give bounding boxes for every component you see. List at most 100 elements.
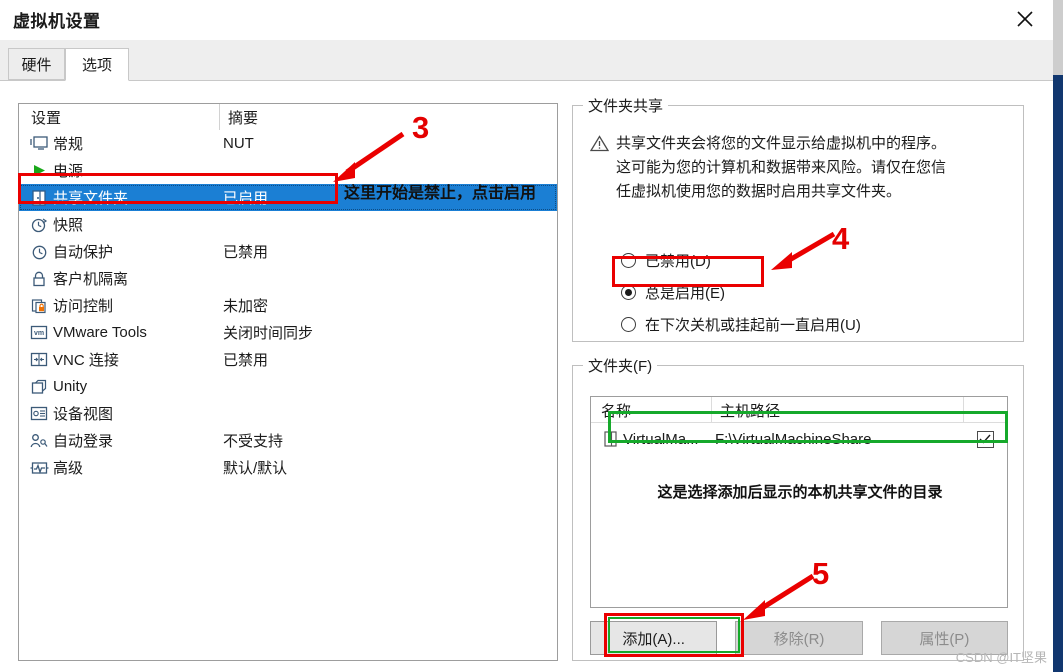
folder-sharing-radio-group: 已禁用(D) 总是启用(E) 在下次关机或挂起前一直启用(U) xyxy=(621,244,861,340)
column-header-summary: 摘要 xyxy=(219,104,557,130)
lock-icon xyxy=(25,271,53,287)
settings-row-summary: 关闭时间同步 xyxy=(223,325,314,342)
tab-options[interactable]: 选项 xyxy=(65,48,129,81)
settings-row-autoprotect[interactable]: 自动保护 已禁用 xyxy=(19,238,557,265)
settings-row-device-view[interactable]: 设备视图 xyxy=(19,400,557,427)
vm-settings-dialog: 虚拟机设置 硬件 选项 设置 摘要 常规 NUT 电源 共享文件夹 已启用 快照… xyxy=(0,0,1063,672)
page-title: 虚拟机设置 xyxy=(13,12,101,31)
power-play-icon xyxy=(25,163,53,178)
tab-strip: 硬件 选项 xyxy=(0,40,1053,81)
page-scrollbar[interactable] xyxy=(1053,0,1063,672)
folder-sharing-warning: 共享文件夹会将您的文件显示给虚拟机中的程序。这可能为您的计算机和数据带来风险。请… xyxy=(589,132,1000,204)
check-icon xyxy=(976,430,994,448)
advanced-icon xyxy=(25,461,53,475)
folder-sharing-warning-text: 共享文件夹会将您的文件显示给虚拟机中的程序。这可能为您的计算机和数据带来风险。请… xyxy=(616,135,947,200)
vnc-icon xyxy=(25,352,53,367)
settings-row-summary: 已禁用 xyxy=(223,244,269,261)
close-icon[interactable] xyxy=(1002,2,1048,36)
shared-folder-icon xyxy=(25,189,53,206)
settings-row-general[interactable]: 常规 NUT xyxy=(19,130,557,157)
radio-button xyxy=(621,284,636,300)
settings-row-summary: 默认/默认 xyxy=(223,460,288,477)
watermark: CSDN @IT坚果 xyxy=(955,650,1047,665)
vmware-tools-icon: vm xyxy=(25,325,53,340)
folders-buttons: 添加(A)... 移除(R) 属性(P) xyxy=(590,621,1008,655)
scrollbar-thumb[interactable] xyxy=(1053,75,1063,672)
settings-row-label: 设备视图 xyxy=(53,406,114,423)
settings-row-vmware-tools[interactable]: vm VMware Tools 关闭时间同步 xyxy=(19,319,557,346)
settings-row-unity[interactable]: Unity xyxy=(19,373,557,400)
settings-row-label: 共享文件夹 xyxy=(53,190,129,207)
radio-disabled[interactable]: 已禁用(D) xyxy=(621,244,861,276)
folders-table[interactable]: 名称 主机路径 VirtualMa... F:\VirtualMachineSh… xyxy=(590,396,1008,608)
remove-button: 移除(R) xyxy=(735,621,863,655)
settings-row-label: 常规 xyxy=(53,136,84,153)
auto-login-icon xyxy=(25,433,53,449)
folder-icon xyxy=(597,431,623,447)
radio-always-enabled-label: 总是启用(E) xyxy=(645,284,725,302)
annotation-number-step5: 5 xyxy=(812,556,830,591)
autoprotect-icon xyxy=(25,244,53,260)
snapshot-clock-icon xyxy=(25,217,53,233)
radio-always-enabled[interactable]: 总是启用(E) xyxy=(621,276,861,308)
add-button-label: 添加(A)... xyxy=(622,630,685,648)
folders-table-header: 名称 主机路径 xyxy=(591,397,1007,423)
folder-sharing-legend: 文件夹共享 xyxy=(588,98,664,115)
monitor-icon xyxy=(25,136,53,151)
radio-until-shutdown-label: 在下次关机或挂起前一直启用(U) xyxy=(645,316,861,334)
properties-button-label: 属性(P) xyxy=(919,630,970,648)
settings-row-label: 高级 xyxy=(53,460,84,477)
settings-row-summary: 不受支持 xyxy=(223,433,284,450)
settings-row-summary: NUT xyxy=(223,135,254,152)
settings-row-label: 客户机隔离 xyxy=(53,271,129,288)
warning-triangle-icon xyxy=(589,132,616,204)
settings-row-access-control[interactable]: 访问控制 未加密 xyxy=(19,292,557,319)
device-view-icon xyxy=(25,406,53,421)
settings-list-header: 设置 摘要 xyxy=(19,104,557,130)
settings-row-label: 自动保护 xyxy=(53,244,114,261)
table-row[interactable]: VirtualMa... F:\VirtualMachineShare xyxy=(591,423,1007,455)
radio-until-shutdown[interactable]: 在下次关机或挂起前一直启用(U) xyxy=(621,308,861,340)
title-bar: 虚拟机设置 xyxy=(0,0,1053,40)
settings-row-auto-login[interactable]: 自动登录 不受支持 xyxy=(19,427,557,454)
settings-row-label: VMware Tools xyxy=(53,324,147,341)
settings-row-advanced[interactable]: 高级 默认/默认 xyxy=(19,454,557,481)
settings-row-snapshot[interactable]: 快照 xyxy=(19,211,557,238)
settings-row-guest-isolation[interactable]: 客户机隔离 xyxy=(19,265,557,292)
access-control-icon xyxy=(25,298,53,314)
scrollbar-track-top[interactable] xyxy=(1053,0,1063,75)
add-button[interactable]: 添加(A)... xyxy=(590,621,718,655)
tab-hardware-label: 硬件 xyxy=(21,56,52,74)
folders-legend: 文件夹(F) xyxy=(588,358,653,375)
settings-row-summary: 已启用 xyxy=(223,190,269,207)
annotation-text-step3: 这里开始是禁止，点击启用 xyxy=(344,185,537,202)
settings-row-label: 电源 xyxy=(53,163,84,180)
settings-row-label: 快照 xyxy=(53,217,84,234)
column-header-setting: 设置 xyxy=(31,110,62,127)
tab-content-options: 设置 摘要 常规 NUT 电源 共享文件夹 已启用 快照 自动保护 已禁用 客户… xyxy=(0,80,1053,672)
options-right-column: 文件夹共享 共享文件夹会将您的文件显示给虚拟机中的程序。这可能为您的计算机和数据… xyxy=(572,95,1024,661)
folders-group: 文件夹(F) 名称 主机路径 VirtualMa... F:\VirtualMa… xyxy=(572,355,1024,661)
radio-button xyxy=(621,252,636,268)
svg-text:vm: vm xyxy=(34,330,44,337)
annotation-number-step3: 3 xyxy=(412,110,430,145)
settings-row-label: VNC 连接 xyxy=(53,352,119,369)
folder-host-path: F:\VirtualMachineShare xyxy=(715,430,872,448)
settings-row-summary: 已禁用 xyxy=(223,352,269,369)
folder-note-annotation: 这是选择添加后显示的本机共享文件的目录 xyxy=(657,484,943,501)
unity-icon xyxy=(25,379,53,395)
tab-hardware[interactable]: 硬件 xyxy=(8,48,65,80)
tab-options-label: 选项 xyxy=(81,57,112,74)
folders-column-enabled xyxy=(963,397,1007,422)
folders-column-name: 名称 xyxy=(601,403,632,420)
settings-row-label: 访问控制 xyxy=(53,298,114,315)
folder-enabled-checkbox[interactable] xyxy=(963,430,1007,448)
radio-disabled-label: 已禁用(D) xyxy=(645,252,711,270)
settings-row-summary: 未加密 xyxy=(223,298,269,315)
folder-sharing-group: 文件夹共享 共享文件夹会将您的文件显示给虚拟机中的程序。这可能为您的计算机和数据… xyxy=(572,95,1024,342)
annotation-number-step4: 4 xyxy=(832,221,850,256)
remove-button-label: 移除(R) xyxy=(773,630,825,648)
radio-button xyxy=(621,316,636,332)
settings-row-vnc[interactable]: VNC 连接 已禁用 xyxy=(19,346,557,373)
settings-row-label: Unity xyxy=(53,378,88,395)
